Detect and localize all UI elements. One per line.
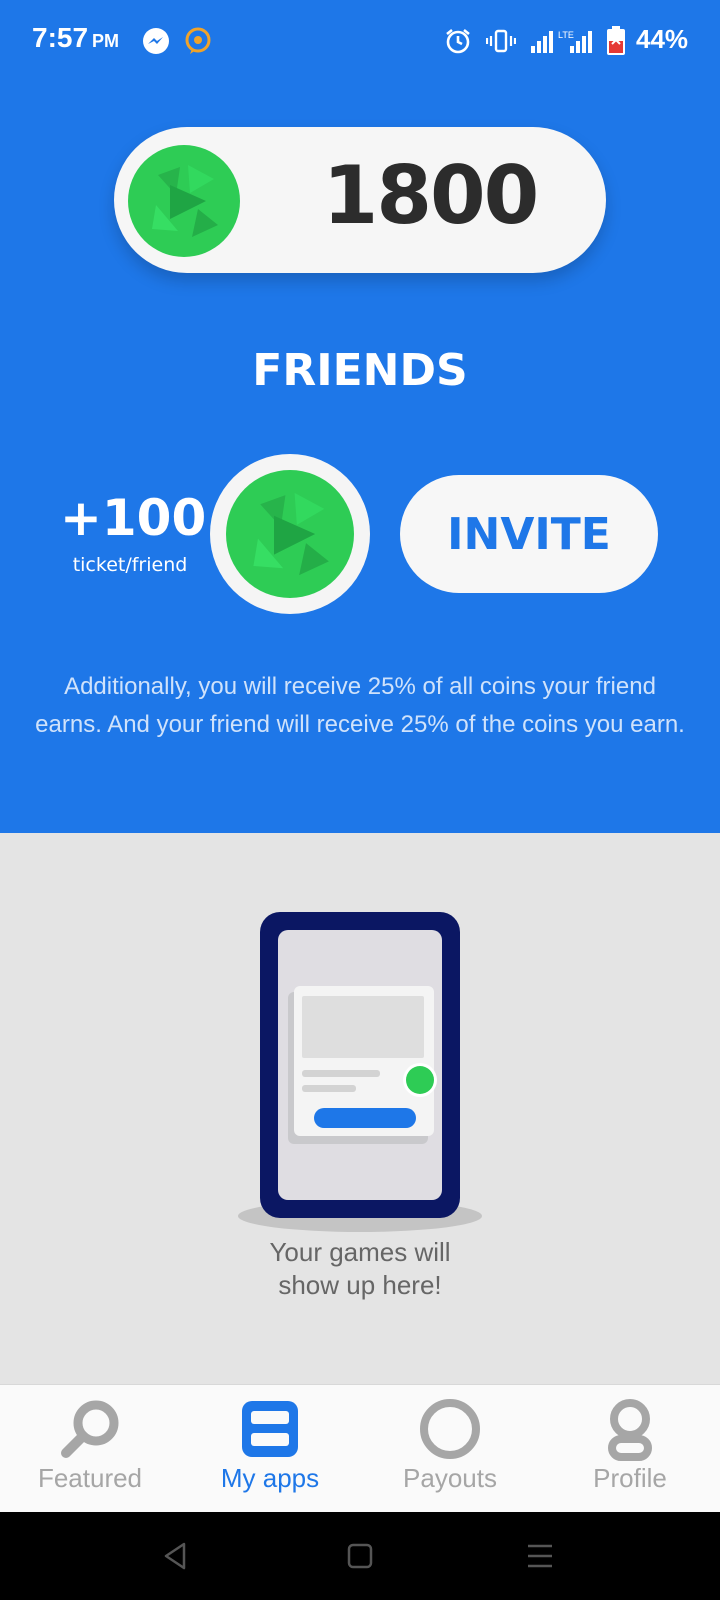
reward-amount: +100 xyxy=(60,489,207,547)
empty-state-line1: Your games will xyxy=(269,1237,451,1267)
nav-featured-label: Featured xyxy=(37,1463,143,1493)
search-icon xyxy=(61,1400,119,1458)
status-time-value: 7:57 xyxy=(32,22,89,53)
nav-profile[interactable]: Profile xyxy=(540,1385,720,1512)
apps-icon xyxy=(242,1401,298,1457)
status-bar: 7:57 PM LTE 44% xyxy=(0,0,720,84)
vibrate-icon xyxy=(486,26,516,56)
coin-icon xyxy=(128,145,240,257)
status-time: 7:57 PM xyxy=(32,22,119,54)
coin-icon xyxy=(226,470,354,598)
alarm-icon xyxy=(444,26,472,56)
lte-signal-icon: LTE xyxy=(558,26,594,56)
reward-unit: ticket/friend xyxy=(72,554,188,576)
chat-bubble-icon xyxy=(184,26,212,56)
person-icon xyxy=(608,1399,652,1461)
referral-reward: +100 ticket/friend xyxy=(60,489,207,576)
coin-count: 1800 xyxy=(322,149,540,242)
empty-state-message: Your games will show up here! xyxy=(210,1236,510,1302)
status-ampm: PM xyxy=(92,31,120,51)
svg-text:LTE: LTE xyxy=(558,30,574,40)
nav-featured[interactable]: Featured xyxy=(0,1385,180,1512)
referral-description: Additionally, you will receive 25% of al… xyxy=(35,673,685,738)
battery-percentage: 44% xyxy=(636,24,689,54)
ring-icon xyxy=(420,1399,480,1459)
friends-title: FRIENDS xyxy=(252,345,468,396)
rewards-header: 7:57 PM LTE 44% 1800 FRIENDS +100 ticket… xyxy=(0,0,720,833)
nav-payouts[interactable]: Payouts xyxy=(360,1385,540,1512)
coin-balance[interactable]: 1800 xyxy=(114,127,606,273)
bottom-navigation: Featured My apps Payouts Profile xyxy=(0,1384,720,1512)
empty-state-line2: show up here! xyxy=(278,1270,442,1300)
nav-profile-label: Profile xyxy=(593,1463,667,1493)
nav-my-apps[interactable]: My apps xyxy=(180,1385,360,1512)
nav-my-apps-label: My apps xyxy=(220,1463,320,1493)
nav-payouts-label: Payouts xyxy=(403,1463,497,1493)
home-icon[interactable] xyxy=(342,1538,378,1574)
menu-icon[interactable] xyxy=(522,1538,558,1574)
signal-icon xyxy=(530,26,556,56)
ticket-coin xyxy=(210,454,370,614)
system-navigation-bar xyxy=(0,1512,720,1600)
invite-button[interactable]: INVITE xyxy=(400,475,658,593)
back-icon[interactable] xyxy=(158,1538,194,1574)
battery-icon xyxy=(606,26,626,56)
empty-phone-illustration xyxy=(238,912,482,1232)
messenger-icon xyxy=(142,26,170,56)
